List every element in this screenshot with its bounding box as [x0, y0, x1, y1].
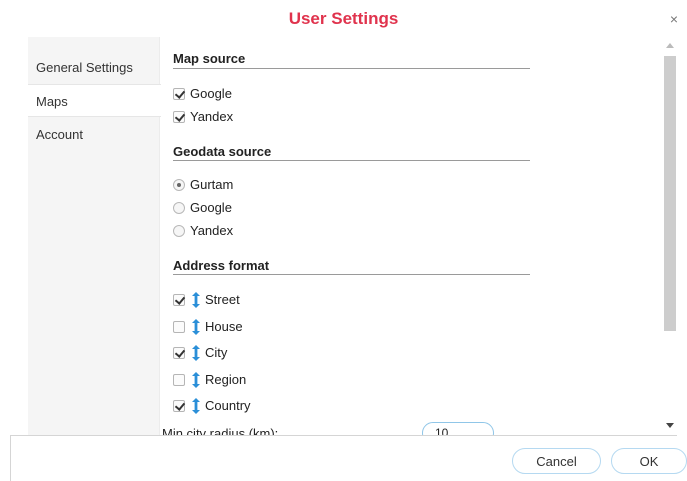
dialog-title: User Settings [288, 9, 399, 28]
sidebar-item-maps[interactable]: Maps [28, 84, 161, 117]
geodata-source-divider [173, 160, 530, 161]
scroll-up-icon[interactable] [666, 43, 674, 48]
min-city-radius-input[interactable] [422, 422, 494, 435]
ok-button[interactable]: OK [611, 448, 687, 474]
address-house-checkbox[interactable] [173, 320, 185, 333]
min-city-radius-label: Min city radius (km): [162, 426, 279, 435]
content-scrollbar[interactable] [662, 37, 678, 435]
geodata-google-option[interactable]: Google [173, 199, 232, 217]
geodata-google-radio[interactable] [173, 201, 185, 214]
address-house-label: House [205, 319, 243, 334]
geodata-google-label: Google [190, 200, 232, 215]
close-icon[interactable]: × [667, 12, 681, 26]
address-format-heading: Address format [173, 258, 270, 273]
settings-sidebar: General Settings Maps Account [28, 37, 161, 435]
address-item-country[interactable]: Country [173, 397, 251, 415]
address-format-divider [173, 274, 530, 275]
user-settings-dialog: User Settings × General Settings Maps Ac… [0, 0, 687, 481]
scrollbar-thumb[interactable] [664, 56, 676, 331]
geodata-gurtam-option[interactable]: Gurtam [173, 176, 233, 194]
address-region-label: Region [205, 372, 247, 387]
address-item-city[interactable]: City [173, 344, 227, 362]
geodata-source-heading: Geodata source [173, 144, 272, 159]
address-item-street[interactable]: Street [173, 291, 240, 309]
geodata-gurtam-radio[interactable] [173, 178, 185, 191]
drag-handle-icon[interactable] [190, 291, 202, 309]
geodata-yandex-radio[interactable] [173, 224, 185, 237]
map-source-heading: Map source [173, 51, 246, 66]
address-street-label: Street [205, 292, 240, 307]
maps-settings-panel: Map source Google Yandex Geodata source … [160, 37, 662, 435]
address-region-checkbox[interactable] [173, 373, 185, 386]
address-item-house[interactable]: House [173, 318, 243, 336]
map-source-divider [173, 68, 530, 69]
sidebar-item-general-settings[interactable]: General Settings [28, 51, 160, 84]
map-source-yandex-label: Yandex [190, 109, 234, 124]
geodata-gurtam-label: Gurtam [190, 177, 234, 192]
address-country-checkbox[interactable] [173, 399, 185, 412]
address-item-region[interactable]: Region [173, 371, 246, 389]
drag-handle-icon[interactable] [190, 318, 202, 336]
drag-handle-icon[interactable] [190, 397, 202, 415]
map-source-google-checkbox[interactable] [173, 87, 185, 100]
geodata-yandex-label: Yandex [190, 223, 234, 238]
footer-divider [10, 435, 677, 436]
map-source-google-label: Google [190, 86, 232, 101]
address-country-label: Country [205, 398, 251, 413]
map-source-yandex-checkbox[interactable] [173, 110, 185, 123]
drag-handle-icon[interactable] [190, 344, 202, 362]
map-source-google-option[interactable]: Google [173, 85, 232, 103]
address-street-checkbox[interactable] [173, 293, 185, 306]
sidebar-item-account[interactable]: Account [28, 118, 160, 151]
drag-handle-icon[interactable] [190, 371, 202, 389]
footer-left-border [10, 435, 11, 481]
address-city-label: City [205, 345, 228, 360]
map-source-yandex-option[interactable]: Yandex [173, 108, 233, 126]
address-city-checkbox[interactable] [173, 346, 185, 359]
cancel-button[interactable]: Cancel [512, 448, 601, 474]
scroll-down-icon[interactable] [666, 423, 674, 428]
geodata-yandex-option[interactable]: Yandex [173, 222, 233, 240]
